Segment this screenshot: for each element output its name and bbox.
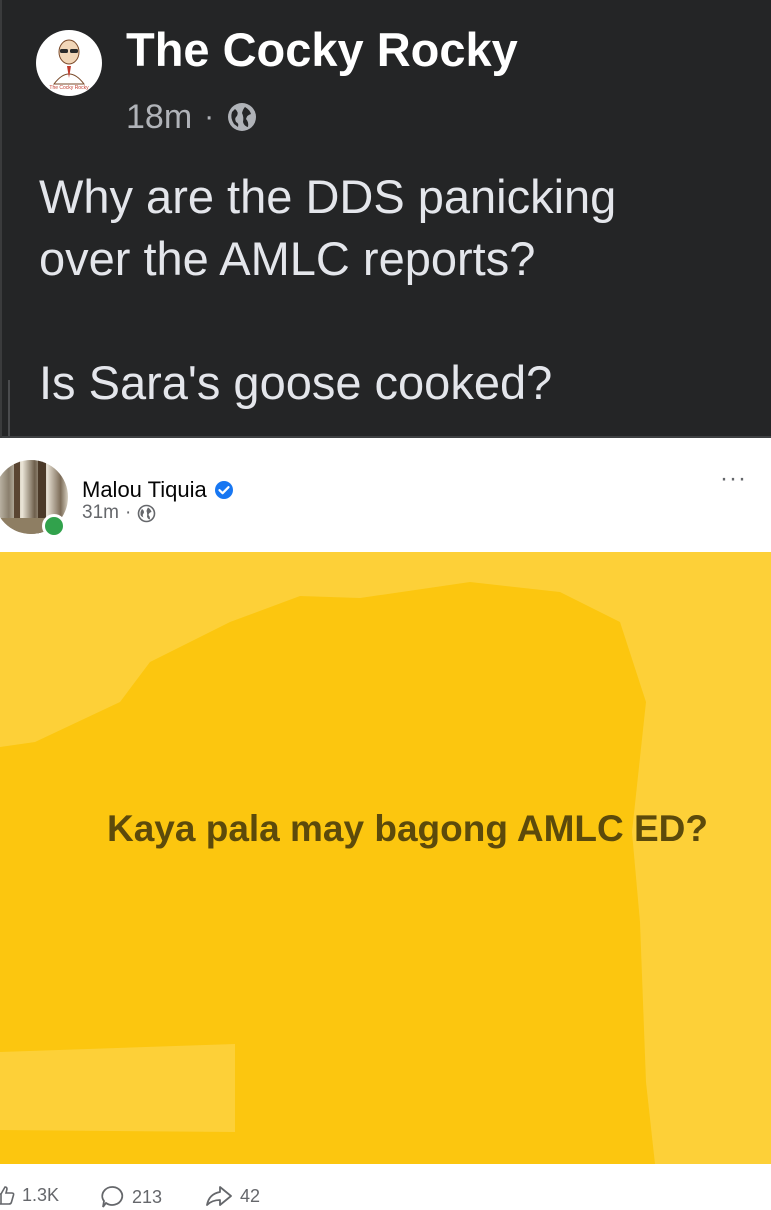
divider (2, 436, 771, 438)
shared-author-name[interactable]: Malou Tiquia (82, 477, 234, 503)
post-time[interactable]: 18m (126, 98, 192, 137)
shared-post-header: Malou Tiquia 31m · ··· (0, 440, 771, 552)
post-text-line-3: Is Sara's goose cooked? (39, 356, 553, 409)
like-count[interactable]: 1.3K (0, 1184, 59, 1206)
post-text-line-2: over the AMLC reports? (39, 232, 536, 285)
comment-count[interactable]: 213 (100, 1184, 162, 1210)
author-avatar[interactable]: The Cocky Rocky (36, 30, 102, 96)
card-text: Kaya pala may bagong AMLC ED? (106, 808, 708, 849)
text-background-card: Kaya pala may bagong AMLC ED? (0, 552, 771, 1164)
author-name[interactable]: The Cocky Rocky (126, 22, 518, 78)
meta-separator: · (124, 502, 132, 523)
comment-icon (101, 1186, 124, 1208)
share-count[interactable]: 42 (204, 1184, 260, 1208)
like-count-label: 1.3K (22, 1184, 60, 1205)
shared-post-meta: 31m · (82, 502, 156, 524)
globe-icon (137, 504, 156, 523)
online-status-indicator (42, 514, 66, 538)
more-options-icon[interactable]: ··· (720, 467, 747, 491)
post-text-line-1: Why are the DDS panicking (39, 170, 617, 223)
shared-post-time[interactable]: 31m (82, 502, 119, 524)
share-count-label: 42 (240, 1185, 261, 1206)
comment-count-label: 213 (132, 1186, 163, 1207)
avatar-caption: The Cocky Rocky (49, 85, 89, 91)
top-post: The Cocky Rocky The Cocky Rocky 18m · Wh… (0, 0, 771, 438)
map-background-pattern (0, 552, 771, 1164)
verified-badge-icon (214, 480, 234, 500)
shared-author-label[interactable]: Malou Tiquia (82, 477, 207, 503)
post-text: Why are the DDS panicking over the AMLC … (39, 166, 759, 414)
rocky-caricature-icon: The Cocky Rocky (49, 39, 89, 91)
engagement-bar: 1.3K 213 42 (0, 1164, 771, 1208)
thumbs-up-icon (0, 1186, 15, 1205)
divider (8, 380, 10, 438)
share-icon (206, 1186, 232, 1206)
post-meta: 18m · (126, 96, 258, 138)
meta-separator: · (204, 100, 215, 133)
globe-icon (226, 101, 258, 133)
